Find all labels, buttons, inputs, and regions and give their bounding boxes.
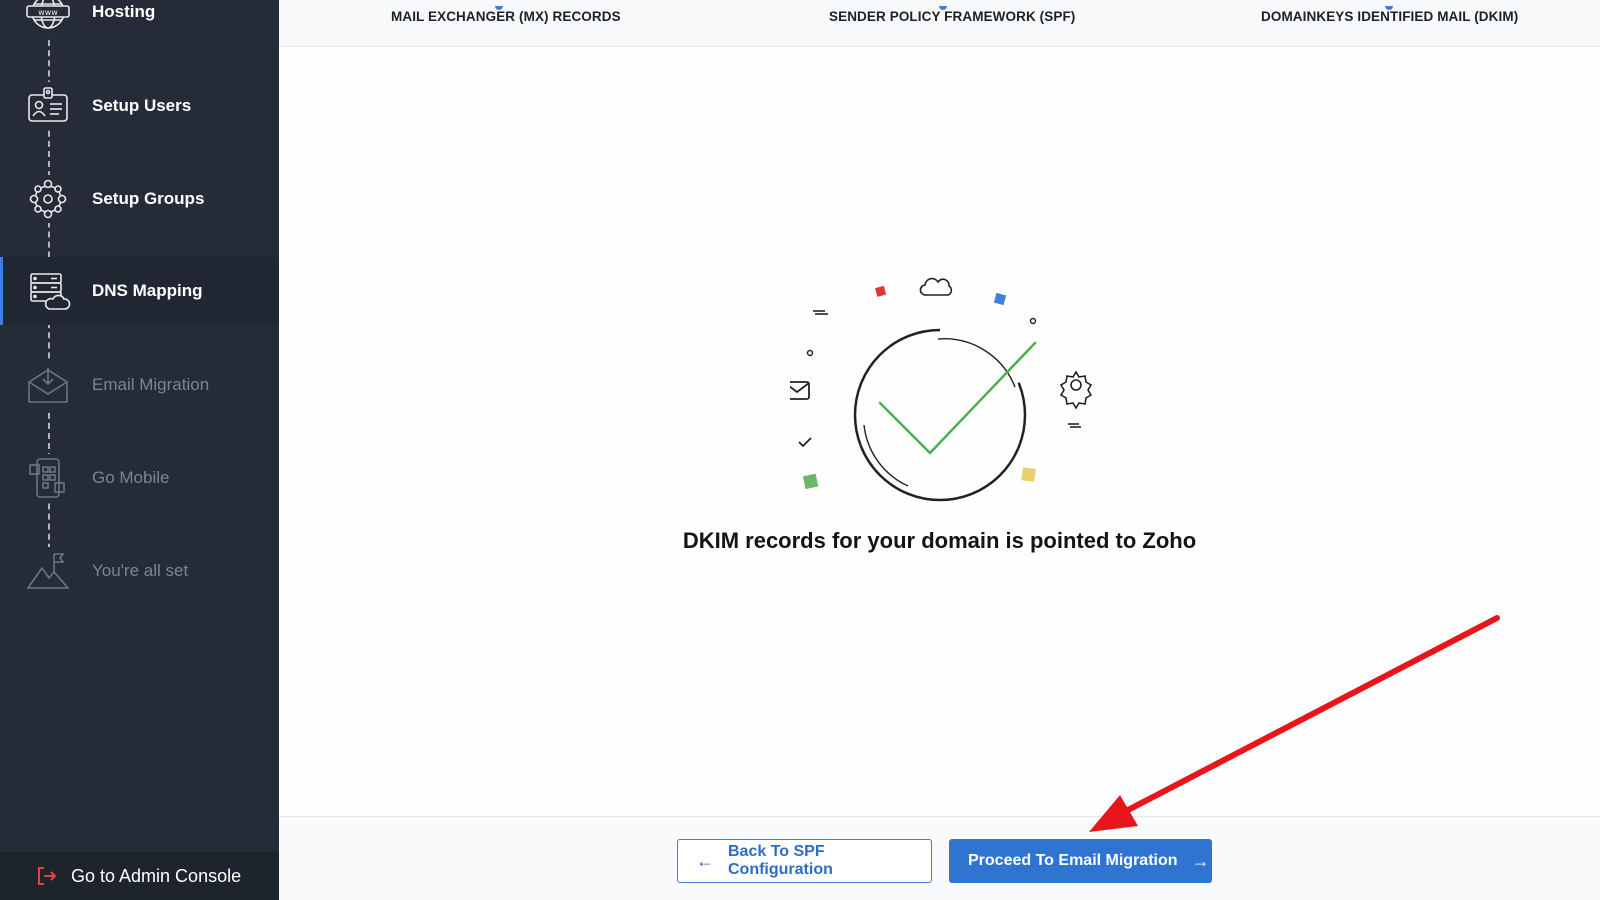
sidebar-item-label: DNS Mapping bbox=[92, 281, 203, 300]
sidebar-item-all-set[interactable]: You're all set bbox=[0, 537, 279, 605]
group-network-icon bbox=[24, 175, 72, 223]
proceed-button-label: Proceed To Email Migration bbox=[968, 852, 1178, 869]
back-button-label: Back To SPF Configuration bbox=[728, 843, 833, 878]
arrow-right-icon: → bbox=[1191, 850, 1210, 871]
step-spf[interactable]: SENDER POLICY FRAMEWORK (SPF) bbox=[829, 6, 1076, 24]
envelope-download-icon bbox=[24, 361, 72, 409]
sidebar-item-email-migration[interactable]: Email Migration bbox=[0, 351, 279, 419]
sidebar-item-hosting[interactable]: www Hosting bbox=[0, 0, 279, 46]
logout-icon bbox=[38, 867, 57, 885]
sidebar-item-label: Setup Groups bbox=[92, 189, 205, 208]
go-to-admin-console-link[interactable]: Go to Admin Console bbox=[0, 852, 279, 900]
mobile-qr-icon bbox=[24, 454, 72, 502]
step-label: MAIL EXCHANGER (MX) RECORDS bbox=[391, 9, 621, 24]
arrow-left-icon: ← bbox=[696, 850, 714, 871]
back-to-spf-button[interactable]: ← Back To SPF Configuration bbox=[677, 839, 932, 883]
step-header: MAIL EXCHANGER (MX) RECORDS SENDER POLIC… bbox=[279, 0, 1600, 47]
proceed-to-email-migration-button[interactable]: Proceed To Email Migration → bbox=[949, 839, 1212, 883]
server-cloud-icon bbox=[24, 267, 72, 315]
step-label: DOMAINKEYS IDENTIFIED MAIL (DKIM) bbox=[1261, 9, 1519, 24]
sidebar-item-setup-users[interactable]: Setup Users bbox=[0, 72, 279, 140]
sidebar-item-go-mobile[interactable]: Go Mobile bbox=[0, 444, 279, 512]
sidebar-item-dns-mapping[interactable]: DNS Mapping bbox=[0, 257, 279, 325]
sidebar-item-label: Setup Users bbox=[92, 96, 192, 115]
footer-bar bbox=[279, 816, 1600, 900]
sidebar: www Hosting Setup Users Setup Groups DNS… bbox=[0, 0, 279, 900]
globe-www-icon: www bbox=[24, 0, 72, 36]
sidebar-item-label: You're all set bbox=[92, 561, 189, 580]
step-dkim[interactable]: DOMAINKEYS IDENTIFIED MAIL (DKIM) bbox=[1261, 6, 1519, 24]
mountain-flag-icon bbox=[24, 547, 72, 595]
sidebar-item-label: Go Mobile bbox=[92, 468, 170, 487]
admin-console-label: Go to Admin Console bbox=[71, 865, 242, 886]
step-mx-records[interactable]: MAIL EXCHANGER (MX) RECORDS bbox=[391, 6, 621, 24]
sidebar-item-setup-groups[interactable]: Setup Groups bbox=[0, 165, 279, 233]
sidebar-item-label: Hosting bbox=[92, 2, 156, 21]
step-label: SENDER POLICY FRAMEWORK (SPF) bbox=[829, 9, 1076, 24]
success-message: DKIM records for your domain is pointed … bbox=[682, 528, 1197, 553]
id-card-icon bbox=[24, 82, 72, 130]
sidebar-item-label: Email Migration bbox=[92, 375, 210, 394]
success-checkmark-illustration bbox=[790, 277, 1093, 502]
svg-text:www: www bbox=[38, 8, 58, 17]
